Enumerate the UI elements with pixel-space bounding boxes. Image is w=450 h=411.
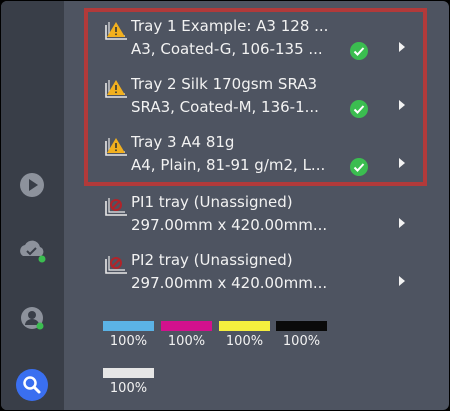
supply-color-bar (103, 321, 154, 331)
check-circle-icon (349, 157, 369, 177)
tray-row[interactable]: PI1 tray (Unassigned) 297.00mm x 420.00mm… (101, 193, 421, 245)
warning-tray-icon (103, 135, 129, 157)
tray-name: PI1 tray (Unassigned) (131, 193, 293, 211)
tray-name: Tray 1 Example: A3 128 ... (131, 17, 329, 35)
printer-panel: Tray 1 Example: A3 128 ... A3, Coated-G, … (1, 1, 449, 410)
tray-name: Tray 3 A4 81g (131, 133, 235, 151)
supply-level-label: 100% (109, 381, 148, 396)
side-rail (1, 1, 64, 410)
chevron-right-icon[interactable] (396, 273, 408, 289)
chevron-right-icon[interactable] (396, 97, 408, 113)
tray-media: A4, Plain, 81-91 g/m2, L... (131, 156, 326, 174)
supply-level-label: 100% (225, 334, 264, 349)
tray-media: 297.00mm x 420.00mm... (131, 274, 328, 292)
supply-color-bar (103, 368, 154, 378)
tray-media: SRA3, Coated-M, 136-1... (131, 98, 319, 116)
supply-level-label: 100% (167, 334, 206, 349)
tray-name: Tray 2 Silk 170gsm SRA3 (131, 75, 318, 93)
chevron-right-icon[interactable] (396, 39, 408, 55)
warning-tray-icon (103, 19, 129, 41)
supply-color-bar (219, 321, 270, 331)
supply-color-bar (161, 321, 212, 331)
error-tray-icon (103, 195, 129, 217)
chevron-right-icon[interactable] (396, 215, 408, 231)
search-icon[interactable] (15, 368, 49, 402)
tray-row[interactable]: Tray 2 Silk 170gsm SRA3 SRA3, Coated-M, 1… (101, 75, 421, 127)
play-icon[interactable] (15, 168, 49, 202)
warning-tray-icon (103, 77, 129, 99)
tray-row[interactable]: PI2 tray (Unassigned) 297.00mm x 420.00mm… (101, 251, 421, 303)
chevron-right-icon[interactable] (396, 155, 408, 171)
check-circle-icon (349, 41, 369, 61)
tray-row[interactable]: Tray 3 A4 81g A4, Plain, 81-91 g/m2, L... (101, 133, 421, 185)
tray-name: PI2 tray (Unassigned) (131, 251, 293, 269)
cloud-check-icon[interactable] (15, 234, 49, 268)
error-tray-icon (103, 253, 129, 275)
tray-media: 297.00mm x 420.00mm... (131, 216, 328, 234)
check-circle-icon (349, 99, 369, 119)
supply-color-bar (276, 321, 327, 331)
supply-level-label: 100% (109, 334, 148, 349)
tray-row[interactable]: Tray 1 Example: A3 128 ... A3, Coated-G, … (101, 17, 421, 69)
tray-media: A3, Coated-G, 106-135 ... (131, 40, 323, 58)
supply-level-label: 100% (282, 334, 321, 349)
user-status-icon[interactable] (15, 302, 49, 336)
